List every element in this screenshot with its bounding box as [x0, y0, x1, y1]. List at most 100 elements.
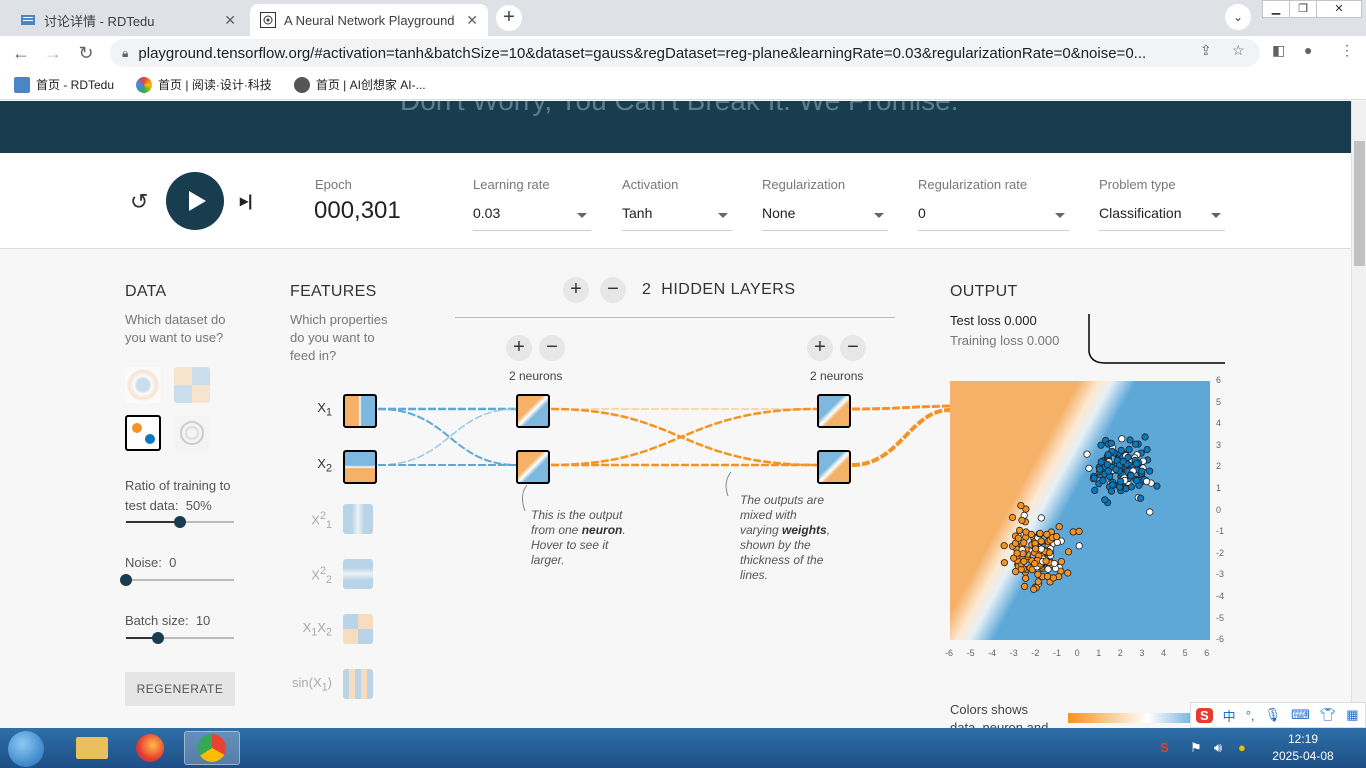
remove-layer-button[interactable]: −	[600, 277, 626, 303]
feat-base: X	[302, 620, 312, 635]
feature-x1sq-node[interactable]	[343, 504, 373, 534]
data-point	[1037, 537, 1045, 545]
output-title: OUTPUT	[950, 283, 1018, 300]
data-point	[1109, 481, 1117, 489]
y-tick-label: 3	[1216, 439, 1222, 450]
feature-x2-node[interactable]	[343, 450, 377, 484]
taskbar-explorer-folder-icon[interactable]	[64, 731, 120, 765]
test-loss: Test loss 0.000	[950, 313, 1037, 328]
y-tick-label: 1	[1216, 483, 1222, 493]
data-point	[1075, 542, 1083, 550]
data-point	[1146, 467, 1154, 475]
data-point	[1143, 477, 1151, 486]
feature-x1x2-label: X1X2	[290, 620, 332, 639]
data-point	[1083, 450, 1091, 458]
training-loss-label: Training loss	[950, 333, 1024, 348]
scrollbar-thumb[interactable]	[1354, 141, 1365, 266]
layer2-neurons-label: 2 neurons	[810, 369, 864, 383]
data-point	[1020, 557, 1028, 565]
x-tick-label: 6	[1204, 648, 1210, 658]
add-layer-button[interactable]: +	[563, 277, 589, 303]
annotation2-arrow	[725, 471, 732, 497]
data-point	[1044, 565, 1052, 573]
chrome-icon	[198, 734, 226, 762]
neuron-l1-2[interactable]	[516, 450, 550, 484]
clock-date: 2025-04-08	[1272, 749, 1334, 763]
start-button-windows-icon[interactable]	[8, 731, 44, 767]
skin-shirt-icon[interactable]: 👕︎	[1320, 707, 1337, 723]
y-tick-label: 2	[1216, 461, 1222, 472]
data-point	[1008, 513, 1017, 522]
clock-time: 12:19	[1287, 732, 1319, 746]
training-loss-value: 0.000	[1026, 333, 1060, 348]
feature-x1-node[interactable]	[343, 394, 377, 428]
data-point	[1143, 446, 1151, 454]
taskbar-chrome-icon[interactable]	[184, 731, 240, 765]
data-point	[1014, 534, 1023, 542]
data-point	[1030, 585, 1038, 593]
data-point	[1064, 548, 1073, 556]
data-point	[1117, 446, 1125, 455]
data-point	[1042, 557, 1050, 565]
punctuation-icon[interactable]: °,	[1246, 708, 1255, 723]
feature-x2sq-node[interactable]	[343, 559, 373, 589]
y-tick-label: -2	[1216, 547, 1225, 558]
neuron-l2-1[interactable]	[817, 394, 851, 428]
tray-network-icon[interactable]: ⚑	[1190, 740, 1202, 756]
neuron-l2-2[interactable]	[817, 450, 851, 484]
data-point	[1099, 477, 1107, 485]
data-point	[1137, 494, 1145, 502]
tray-sogou-icon[interactable]: S	[1160, 740, 1169, 755]
feat-sub: 1	[325, 406, 332, 419]
add-neuron-layer1-button[interactable]: +	[506, 335, 532, 361]
sogou-s-icon[interactable]: S	[1196, 707, 1213, 723]
tray-volume-icon[interactable]: 🔊︎	[1214, 740, 1222, 756]
data-point	[1000, 559, 1009, 567]
data-point	[1034, 570, 1042, 578]
annot-bold: weights	[782, 523, 827, 537]
data-point	[1013, 549, 1021, 557]
data-point	[1097, 458, 1105, 466]
feat-base: X	[311, 567, 320, 583]
feat-sub: 1	[325, 518, 332, 531]
feat-base: X	[311, 512, 320, 528]
x-tick-label: 2	[1117, 648, 1123, 658]
x-tick-label: -4	[988, 648, 997, 658]
microphone-icon[interactable]: 🎙︎	[1265, 707, 1282, 723]
data-point	[1119, 457, 1127, 466]
data-point	[1000, 542, 1008, 550]
data-point	[1112, 465, 1120, 473]
taskbar-clock[interactable]: 12:19 2025-04-08	[1268, 731, 1338, 765]
y-tick-label: -4	[1216, 591, 1225, 601]
data-point	[1050, 559, 1058, 568]
tray-app-icon[interactable]: ●	[1238, 740, 1246, 755]
annot-bold: neuron	[581, 523, 623, 537]
remove-neuron-layer1-button[interactable]: −	[539, 335, 565, 361]
data-point	[1020, 539, 1028, 547]
feature-sinx1-node[interactable]	[343, 669, 373, 699]
keyboard-icon[interactable]: ⌨	[1291, 707, 1310, 723]
neuron-l1-1[interactable]	[516, 394, 550, 428]
hidden-layers-divider	[455, 317, 895, 318]
taskbar-firefox-icon[interactable]	[124, 731, 180, 765]
add-neuron-layer2-button[interactable]: +	[807, 335, 833, 361]
x-tick-label: 3	[1139, 648, 1145, 658]
page-scrollbar[interactable]	[1351, 101, 1366, 728]
remove-neuron-layer2-button[interactable]: −	[840, 335, 866, 361]
data-point	[1107, 439, 1115, 447]
heatmap-background	[950, 381, 1210, 640]
data-point	[1075, 527, 1083, 535]
ime-language[interactable]: 中	[1223, 706, 1236, 725]
feat-base: X	[317, 400, 326, 415]
y-tick-label: 4	[1216, 418, 1222, 429]
feature-x1x2-node[interactable]	[343, 614, 373, 644]
y-tick-label: -3	[1216, 569, 1225, 580]
data-point	[1126, 436, 1134, 444]
toolbox-icon[interactable]: ▦	[1346, 707, 1358, 723]
hidden-layers-count: 2	[642, 281, 652, 298]
data-point	[1117, 477, 1125, 485]
x-tick-label: 4	[1161, 648, 1167, 658]
y-tick-label: -5	[1216, 612, 1225, 623]
y-tick-label: 5	[1216, 396, 1222, 407]
data-point	[1045, 549, 1054, 557]
